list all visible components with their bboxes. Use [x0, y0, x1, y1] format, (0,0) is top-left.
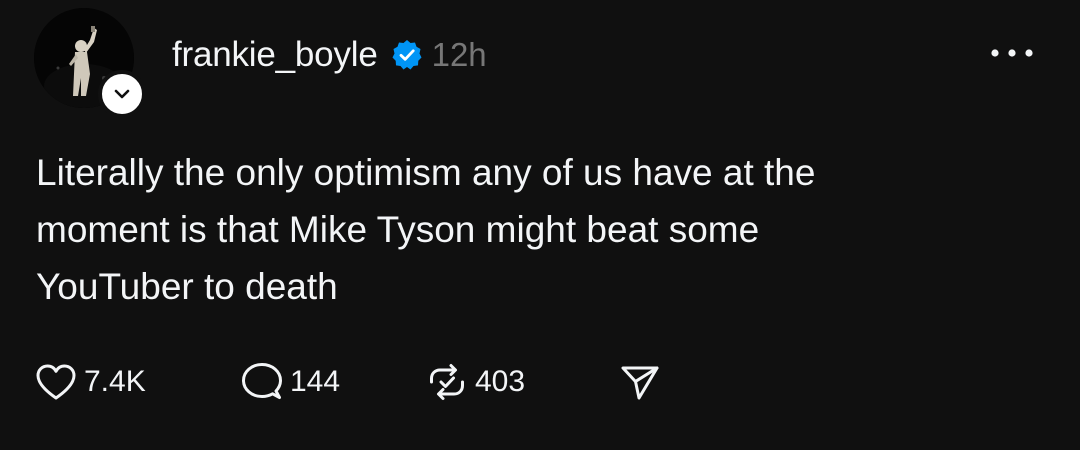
verified-badge-icon — [390, 38, 424, 72]
chevron-down-icon — [114, 89, 130, 99]
more-horizontal-icon — [991, 49, 1033, 57]
username[interactable]: frankie_boyle — [172, 35, 378, 75]
repost-count: 403 — [475, 365, 526, 398]
reply-count: 144 — [290, 365, 341, 398]
repost-icon — [425, 361, 469, 403]
share-button[interactable] — [619, 362, 661, 402]
reply-button[interactable]: 144 — [240, 361, 425, 403]
action-bar: 7.4K 144 403 — [34, 357, 661, 407]
post-header: frankie_boyle 12h — [172, 30, 487, 80]
post-timestamp: 12h — [431, 36, 487, 73]
repost-button[interactable]: 403 — [425, 361, 619, 403]
follow-button[interactable] — [98, 70, 146, 118]
like-button[interactable]: 7.4K — [34, 362, 240, 402]
send-icon — [619, 362, 661, 402]
heart-icon — [34, 362, 78, 402]
thread-post: frankie_boyle 12h Literally the only opt… — [0, 0, 1080, 450]
post-text: Literally the only optimism any of us ha… — [36, 152, 816, 307]
comment-icon — [240, 361, 284, 403]
like-count: 7.4K — [84, 365, 146, 398]
more-options-button[interactable] — [984, 38, 1040, 68]
